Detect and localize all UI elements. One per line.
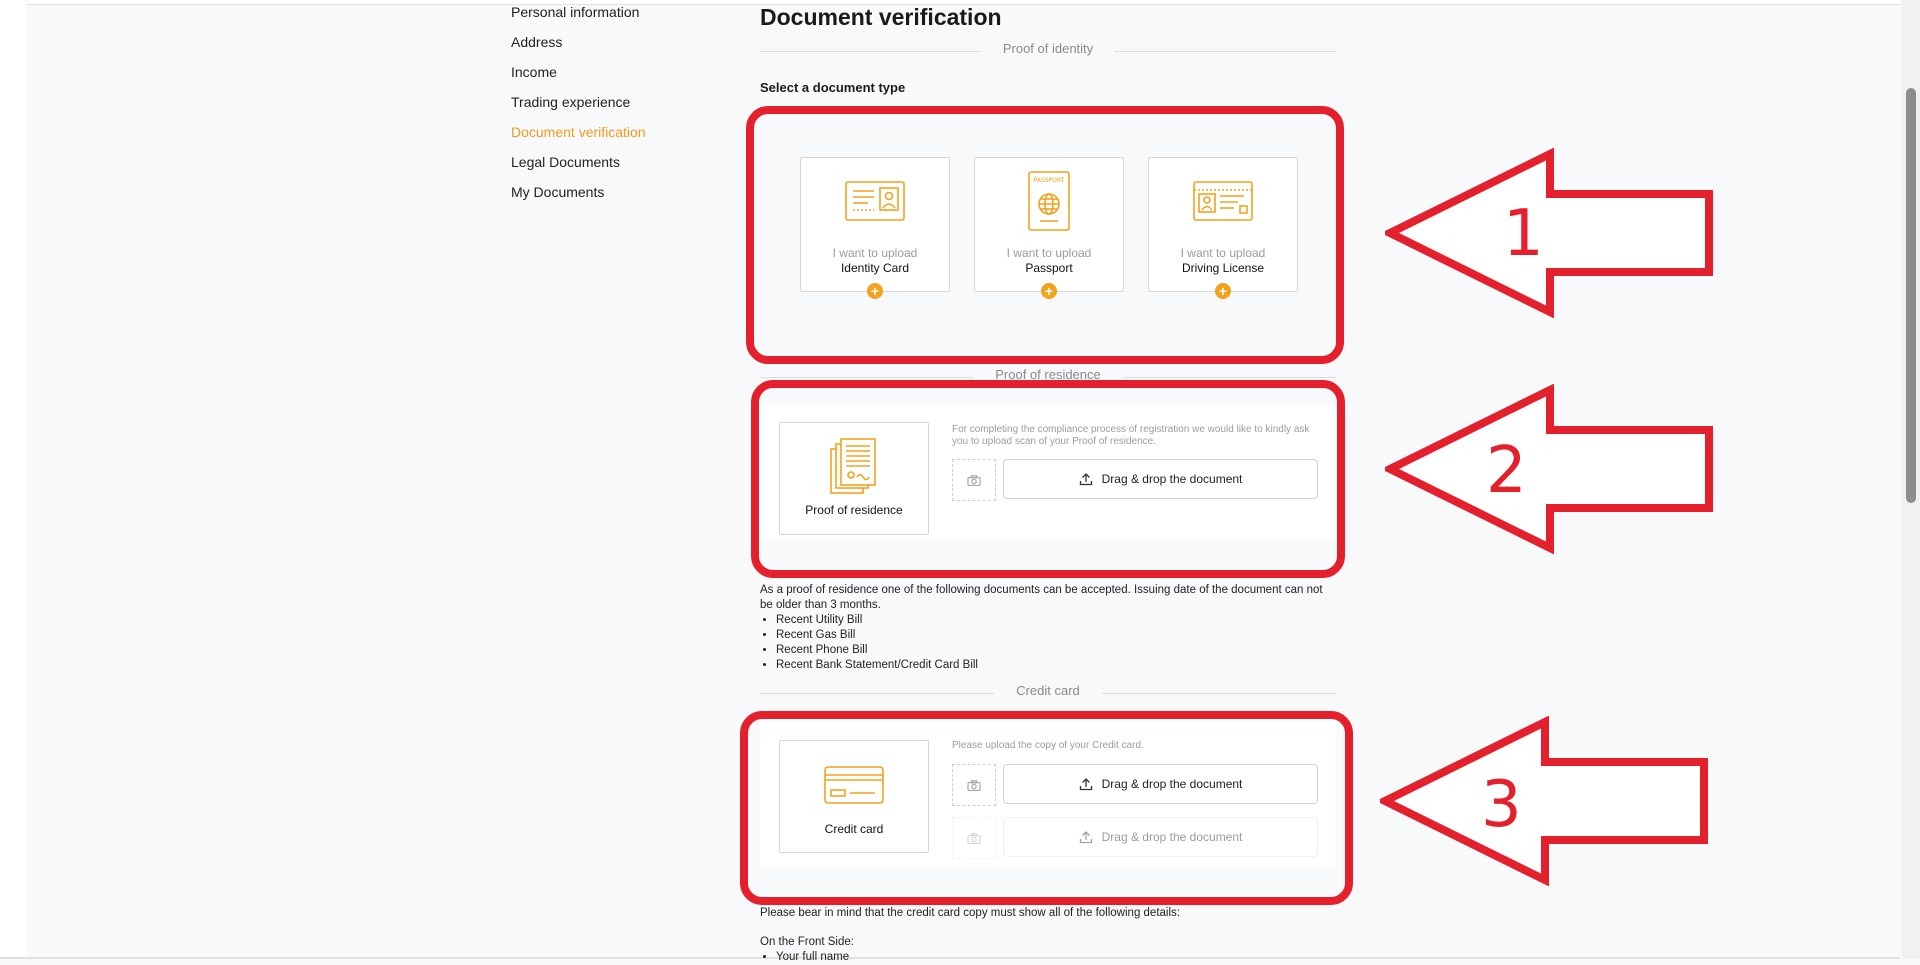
credit-card-info-text: Please bear in mind that the credit card… [760,907,1180,919]
sidebar-nav: Personal information Address Income Trad… [511,2,646,212]
list-item: Recent Gas Bill [776,628,1336,643]
left-edge [0,0,26,959]
accepted-documents-list: Recent Utility Bill Recent Gas Bill Rece… [760,613,1336,673]
annotation-number: 1 [1503,197,1544,271]
sidebar-item-document-verification[interactable]: Document verification [511,122,646,152]
scrollbar-thumb[interactable] [1906,88,1916,503]
annotation-number: 2 [1486,434,1527,508]
section-label: Proof of identity [980,41,1116,56]
annotation-arrow-2: 2 [1385,384,1713,554]
annotation-box-3 [740,711,1353,905]
annotation-arrow-1: 1 [1385,148,1713,318]
list-item: Recent Bank Statement/Credit Card Bill [776,658,1336,673]
sidebar-item-personal-information[interactable]: Personal information [511,2,646,32]
annotation-arrow-3: 3 [1380,716,1708,886]
page-title: Document verification [760,4,1002,30]
list-item: Your full name [776,950,1336,965]
residence-info: As a proof of residence one of the follo… [760,583,1336,673]
residence-info-text: As a proof of residence one of the follo… [760,584,1323,611]
sidebar-item-my-documents[interactable]: My Documents [511,182,646,212]
page-scrollbar[interactable] [1902,0,1920,959]
list-item: Recent Phone Bill [776,643,1336,658]
sidebar-item-trading-experience[interactable]: Trading experience [511,92,646,122]
list-item: Recent Utility Bill [776,613,1336,628]
credit-card-info: Please bear in mind that the credit card… [760,906,1336,965]
sidebar-item-legal-documents[interactable]: Legal Documents [511,152,646,182]
annotation-number: 3 [1481,768,1522,842]
annotation-box-1 [746,106,1344,364]
sidebar-item-address[interactable]: Address [511,32,646,62]
front-side-list: Your full name [760,950,1336,965]
proof-of-identity-divider: Proof of identity [760,41,1336,61]
front-side-label: On the Front Side: [760,936,854,948]
annotation-box-2 [751,380,1345,578]
select-document-type-heading: Select a document type [760,80,906,95]
section-label: Credit card [994,683,1102,698]
credit-card-divider: Credit card [760,683,1336,703]
sidebar-item-income[interactable]: Income [511,62,646,92]
